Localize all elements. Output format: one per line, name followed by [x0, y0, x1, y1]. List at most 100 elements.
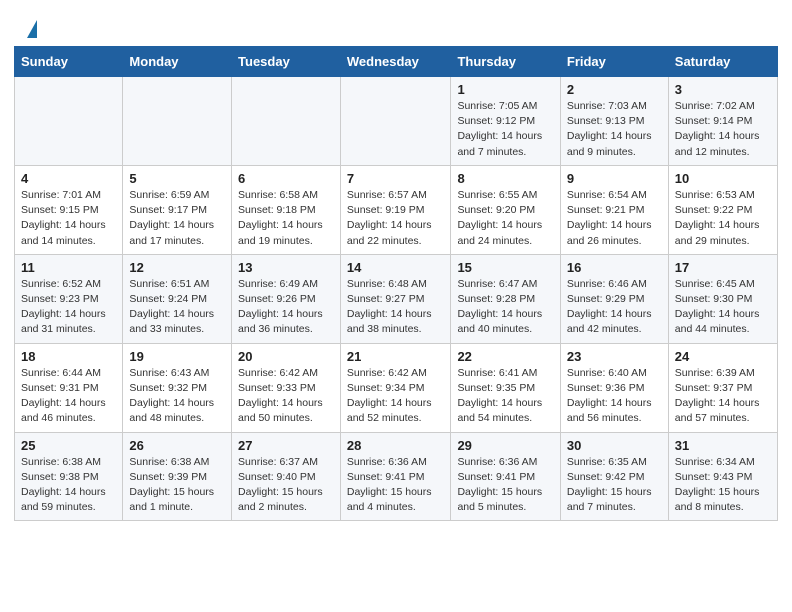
calendar-cell: 8Sunrise: 6:55 AM Sunset: 9:20 PM Daylig… — [451, 165, 560, 254]
calendar-week-row: 25 Sunrise: 6:38 AM Sunset: 9:38 PM Dayli… — [15, 432, 778, 521]
calendar-cell: 11 Sunrise: 6:52 AM Sunset: 9:23 PM Dayli… — [15, 254, 123, 343]
weekday-header-thursday: Thursday — [451, 47, 560, 77]
calendar-cell: 12 Sunrise: 6:51 AM Sunset: 9:24 PM Dayli… — [123, 254, 232, 343]
day-info: Sunrise: 6:36 AM Sunset: 9:41 PM Dayligh… — [457, 455, 553, 516]
day-info: Sunrise: 6:59 AM Sunset: 9:17 PM Dayligh… — [129, 188, 225, 249]
day-info: Sunrise: 6:54 AM Sunset: 9:21 PM Dayligh… — [567, 188, 662, 249]
day-number: 9 — [567, 171, 662, 186]
day-info: Sunrise: 6:57 AM Sunset: 9:19 PM Dayligh… — [347, 188, 445, 249]
day-info: Sunrise: 6:34 AM Sunset: 9:43 PM Dayligh… — [675, 455, 771, 516]
calendar-cell: 23 Sunrise: 6:40 AM Sunset: 9:36 PM Dayli… — [560, 343, 668, 432]
calendar-cell: 26 Sunrise: 6:38 AM Sunset: 9:39 PM Dayli… — [123, 432, 232, 521]
day-number: 18 — [21, 349, 116, 364]
weekday-header-friday: Friday — [560, 47, 668, 77]
calendar-week-row: 1Sunrise: 7:05 AM Sunset: 9:12 PM Daylig… — [15, 77, 778, 166]
day-number: 8 — [457, 171, 553, 186]
day-info: Sunrise: 6:51 AM Sunset: 9:24 PM Dayligh… — [129, 277, 225, 338]
calendar-cell — [232, 77, 341, 166]
calendar-cell: 28 Sunrise: 6:36 AM Sunset: 9:41 PM Dayli… — [340, 432, 451, 521]
calendar-cell: 6 Sunrise: 6:58 AM Sunset: 9:18 PM Daylig… — [232, 165, 341, 254]
day-info: Sunrise: 6:58 AM Sunset: 9:18 PM Dayligh… — [238, 188, 334, 249]
calendar-table: SundayMondayTuesdayWednesdayThursdayFrid… — [14, 46, 778, 521]
calendar-cell: 7Sunrise: 6:57 AM Sunset: 9:19 PM Daylig… — [340, 165, 451, 254]
day-number: 23 — [567, 349, 662, 364]
day-info: Sunrise: 6:38 AM Sunset: 9:39 PM Dayligh… — [129, 455, 225, 516]
weekday-header-monday: Monday — [123, 47, 232, 77]
day-number: 3 — [675, 82, 771, 97]
day-number: 31 — [675, 438, 771, 453]
day-info: Sunrise: 6:48 AM Sunset: 9:27 PM Dayligh… — [347, 277, 445, 338]
day-info: Sunrise: 6:38 AM Sunset: 9:38 PM Dayligh… — [21, 455, 116, 516]
calendar-cell: 9 Sunrise: 6:54 AM Sunset: 9:21 PM Daylig… — [560, 165, 668, 254]
day-number: 5 — [129, 171, 225, 186]
day-number: 13 — [238, 260, 334, 275]
weekday-header-sunday: Sunday — [15, 47, 123, 77]
calendar-cell — [123, 77, 232, 166]
day-info: Sunrise: 6:47 AM Sunset: 9:28 PM Dayligh… — [457, 277, 553, 338]
day-number: 26 — [129, 438, 225, 453]
day-info: Sunrise: 6:35 AM Sunset: 9:42 PM Dayligh… — [567, 455, 662, 516]
day-number: 4 — [21, 171, 116, 186]
day-number: 10 — [675, 171, 771, 186]
calendar-cell: 18 Sunrise: 6:44 AM Sunset: 9:31 PM Dayli… — [15, 343, 123, 432]
day-info: Sunrise: 6:49 AM Sunset: 9:26 PM Dayligh… — [238, 277, 334, 338]
calendar-week-row: 11 Sunrise: 6:52 AM Sunset: 9:23 PM Dayli… — [15, 254, 778, 343]
calendar-week-row: 18 Sunrise: 6:44 AM Sunset: 9:31 PM Dayli… — [15, 343, 778, 432]
day-info: Sunrise: 6:46 AM Sunset: 9:29 PM Dayligh… — [567, 277, 662, 338]
calendar-cell: 27Sunrise: 6:37 AM Sunset: 9:40 PM Dayli… — [232, 432, 341, 521]
day-number: 19 — [129, 349, 225, 364]
calendar-cell: 21Sunrise: 6:42 AM Sunset: 9:34 PM Dayli… — [340, 343, 451, 432]
day-number: 15 — [457, 260, 553, 275]
calendar-cell: 17Sunrise: 6:45 AM Sunset: 9:30 PM Dayli… — [668, 254, 777, 343]
calendar-cell: 29 Sunrise: 6:36 AM Sunset: 9:41 PM Dayli… — [451, 432, 560, 521]
logo-triangle-icon — [27, 20, 37, 38]
calendar-cell: 13 Sunrise: 6:49 AM Sunset: 9:26 PM Dayli… — [232, 254, 341, 343]
calendar-cell: 31 Sunrise: 6:34 AM Sunset: 9:43 PM Dayli… — [668, 432, 777, 521]
day-number: 21 — [347, 349, 445, 364]
calendar-cell: 20 Sunrise: 6:42 AM Sunset: 9:33 PM Dayli… — [232, 343, 341, 432]
calendar-cell: 30 Sunrise: 6:35 AM Sunset: 9:42 PM Dayli… — [560, 432, 668, 521]
day-number: 6 — [238, 171, 334, 186]
day-number: 14 — [347, 260, 445, 275]
day-info: Sunrise: 6:36 AM Sunset: 9:41 PM Dayligh… — [347, 455, 445, 516]
calendar-cell — [15, 77, 123, 166]
day-info: Sunrise: 7:03 AM Sunset: 9:13 PM Dayligh… — [567, 99, 662, 160]
day-info: Sunrise: 6:52 AM Sunset: 9:23 PM Dayligh… — [21, 277, 116, 338]
day-info: Sunrise: 6:39 AM Sunset: 9:37 PM Dayligh… — [675, 366, 771, 427]
calendar-cell: 14 Sunrise: 6:48 AM Sunset: 9:27 PM Dayli… — [340, 254, 451, 343]
day-info: Sunrise: 6:40 AM Sunset: 9:36 PM Dayligh… — [567, 366, 662, 427]
day-number: 27 — [238, 438, 334, 453]
calendar-cell: 1Sunrise: 7:05 AM Sunset: 9:12 PM Daylig… — [451, 77, 560, 166]
day-number: 25 — [21, 438, 116, 453]
day-number: 11 — [21, 260, 116, 275]
day-info: Sunrise: 6:42 AM Sunset: 9:33 PM Dayligh… — [238, 366, 334, 427]
day-number: 22 — [457, 349, 553, 364]
day-number: 30 — [567, 438, 662, 453]
calendar-cell — [340, 77, 451, 166]
day-number: 17 — [675, 260, 771, 275]
day-info: Sunrise: 6:41 AM Sunset: 9:35 PM Dayligh… — [457, 366, 553, 427]
calendar-cell: 15 Sunrise: 6:47 AM Sunset: 9:28 PM Dayli… — [451, 254, 560, 343]
header — [0, 0, 792, 46]
day-number: 2 — [567, 82, 662, 97]
day-number: 12 — [129, 260, 225, 275]
calendar-cell: 22 Sunrise: 6:41 AM Sunset: 9:35 PM Dayli… — [451, 343, 560, 432]
calendar-week-row: 4 Sunrise: 7:01 AM Sunset: 9:15 PM Daylig… — [15, 165, 778, 254]
day-info: Sunrise: 7:05 AM Sunset: 9:12 PM Dayligh… — [457, 99, 553, 160]
day-info: Sunrise: 6:53 AM Sunset: 9:22 PM Dayligh… — [675, 188, 771, 249]
calendar-cell: 19 Sunrise: 6:43 AM Sunset: 9:32 PM Dayli… — [123, 343, 232, 432]
calendar-cell: 25 Sunrise: 6:38 AM Sunset: 9:38 PM Dayli… — [15, 432, 123, 521]
day-info: Sunrise: 7:02 AM Sunset: 9:14 PM Dayligh… — [675, 99, 771, 160]
day-number: 20 — [238, 349, 334, 364]
calendar-cell: 10 Sunrise: 6:53 AM Sunset: 9:22 PM Dayli… — [668, 165, 777, 254]
day-number: 28 — [347, 438, 445, 453]
calendar-cell: 5 Sunrise: 6:59 AM Sunset: 9:17 PM Daylig… — [123, 165, 232, 254]
day-number: 29 — [457, 438, 553, 453]
day-info: Sunrise: 7:01 AM Sunset: 9:15 PM Dayligh… — [21, 188, 116, 249]
logo — [24, 18, 37, 38]
day-info: Sunrise: 6:44 AM Sunset: 9:31 PM Dayligh… — [21, 366, 116, 427]
calendar-cell: 3 Sunrise: 7:02 AM Sunset: 9:14 PM Daylig… — [668, 77, 777, 166]
day-info: Sunrise: 6:43 AM Sunset: 9:32 PM Dayligh… — [129, 366, 225, 427]
calendar-cell: 24Sunrise: 6:39 AM Sunset: 9:37 PM Dayli… — [668, 343, 777, 432]
day-number: 16 — [567, 260, 662, 275]
